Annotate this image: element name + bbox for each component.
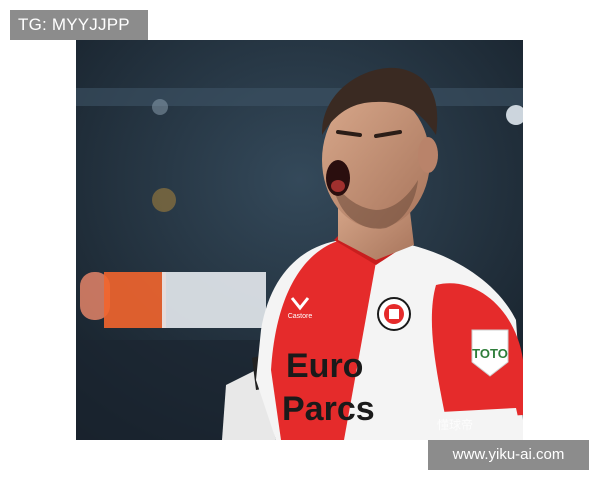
- corner-watermark: 懂球帝: [437, 418, 474, 432]
- sponsor-line1: Euro: [286, 347, 363, 385]
- ad-board-orange: [104, 272, 166, 328]
- telegram-tag: TG: MYYJJPP: [10, 10, 148, 40]
- sponsor-line2: Parcs: [282, 390, 375, 428]
- ad-board-white: [162, 272, 266, 328]
- player-illustration: Castore Euro Parcs TOTO: [76, 40, 523, 440]
- sleeve-patch-text: TOTO: [472, 346, 508, 361]
- url-watermark: www.yiku-ai.com: [428, 440, 589, 470]
- kit-brand-text: Castore: [288, 313, 313, 320]
- player-photo: Castore Euro Parcs TOTO: [76, 40, 523, 440]
